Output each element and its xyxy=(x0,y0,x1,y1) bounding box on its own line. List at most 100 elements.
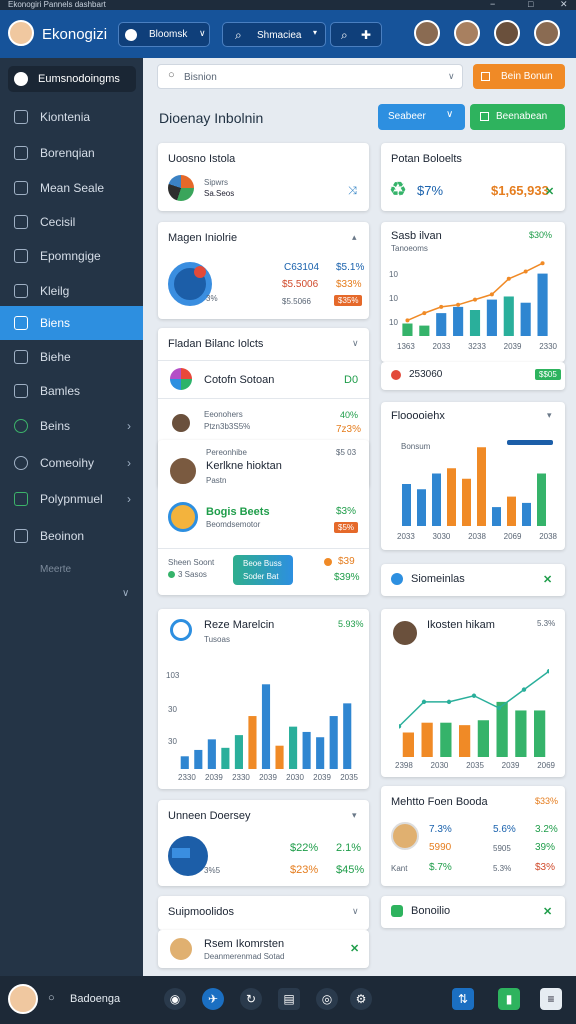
x-tick: 2038 xyxy=(468,532,486,541)
chevron-down-icon[interactable]: ∨ xyxy=(352,906,359,917)
sidebar-item-5[interactable]: Epomngige xyxy=(0,239,143,273)
x-tick: 2030 xyxy=(430,761,449,770)
maximize-icon[interactable]: □ xyxy=(528,0,533,9)
user-avatar[interactable] xyxy=(8,984,38,1014)
x-tick: 2330 xyxy=(178,773,196,782)
tool-buttons[interactable]: ⌕ ✚ xyxy=(330,22,382,47)
card-amount: $7% xyxy=(417,183,444,198)
sidebar-item-4[interactable]: Cecisil xyxy=(0,205,143,239)
close-icon[interactable]: ✕ xyxy=(560,0,568,10)
sidebar-item-12[interactable]: Polypnmuel › xyxy=(0,482,143,516)
x-tick: 2069 xyxy=(537,761,555,770)
line-point xyxy=(489,292,494,297)
caret-down-icon[interactable]: ▾ xyxy=(547,410,552,421)
chart3-svg xyxy=(180,684,352,769)
app-logo-avatar xyxy=(8,20,34,46)
card-sasb-footer: 253060 $$05 xyxy=(381,362,565,390)
card-title: Bonoilio xyxy=(411,905,451,917)
line-point xyxy=(405,318,410,323)
search-box[interactable]: ⌕ Shmaciea ▾ xyxy=(222,22,326,47)
card-title: Sasb ilvan xyxy=(391,230,442,242)
chart-icon xyxy=(14,350,28,364)
user-avatar-2[interactable] xyxy=(454,20,480,46)
browser-icon[interactable]: ◉ xyxy=(164,988,186,1010)
line-point xyxy=(540,261,545,266)
checkbox-icon xyxy=(14,529,28,543)
x-tick: 2069 xyxy=(503,532,522,541)
sidebar-item-10[interactable]: Beins › xyxy=(0,409,143,443)
x-tick: 2033 xyxy=(397,532,415,541)
plus-icon xyxy=(481,72,490,81)
chevron-down-icon: ∨ xyxy=(446,109,454,120)
chevron-down-icon[interactable]: ∨ xyxy=(122,588,129,599)
orange-dot xyxy=(324,558,332,566)
close-icon[interactable]: ✕ xyxy=(543,573,552,586)
shuffle-icon[interactable]: ⤨ xyxy=(348,185,357,198)
sidebar-item-6[interactable]: Kleilg xyxy=(0,274,143,308)
sidebar-item-label: Eumsnodoingms xyxy=(38,73,120,85)
card-title: Flooooiehx xyxy=(391,410,445,422)
camera-icon[interactable]: ◎ xyxy=(316,988,338,1010)
green-action-button[interactable]: Beenabean xyxy=(470,104,565,130)
plane-icon[interactable]: ✈ xyxy=(202,988,224,1010)
zoom-icon[interactable]: ⌕ xyxy=(341,28,348,43)
sidebar-item-8[interactable]: Biehe xyxy=(0,340,143,374)
sidebar-item-label: Borenqian xyxy=(40,146,95,160)
line-point xyxy=(446,699,452,705)
sidebar-item-label: Beoinon xyxy=(40,529,85,543)
sidebar-item-9[interactable]: Bamles xyxy=(0,374,143,408)
bar-chart-sasb xyxy=(399,258,551,336)
search-dropdown-icon: ▾ xyxy=(313,28,318,37)
value-b: 2.1% xyxy=(336,842,362,854)
chat-icon[interactable]: ○ xyxy=(48,992,55,1004)
sidebar-item-label: Cecisil xyxy=(40,215,76,229)
sidebar-item-3[interactable]: Mean Seale xyxy=(0,171,143,205)
trend-icon xyxy=(14,492,28,506)
close-icon[interactable]: ✕ xyxy=(350,942,359,955)
workspace-select[interactable]: Bloomsk ∨ xyxy=(118,22,210,47)
x-tick: 3030 xyxy=(432,532,451,541)
orange-action-button[interactable]: Bein Bonun xyxy=(473,64,565,89)
card-bonoilio: Bonoilio ✕ xyxy=(381,896,565,928)
caret-down-icon[interactable]: ▾ xyxy=(352,810,357,821)
sidebar-item-11[interactable]: Comeoihy › xyxy=(0,446,143,480)
line-point xyxy=(422,311,427,316)
search-icon: ⌕ xyxy=(235,28,242,42)
close-icon[interactable]: ✕ xyxy=(545,185,554,198)
user-avatar-4[interactable] xyxy=(534,20,560,46)
user-avatar-3[interactable] xyxy=(494,20,520,46)
filter-search-input[interactable]: ○ Bisnion ∨ xyxy=(157,64,463,89)
bar xyxy=(275,745,284,769)
close-icon[interactable]: ✕ xyxy=(543,905,552,918)
user-avatar-1[interactable] xyxy=(414,20,440,46)
bar xyxy=(417,489,426,526)
caret-up-icon[interactable]: ▴ xyxy=(352,232,357,243)
taskbar-label: Badoenga xyxy=(70,993,121,1005)
blue-select-button[interactable]: Seabeer ∨ xyxy=(378,104,465,130)
share-icon[interactable]: ⇅ xyxy=(452,988,474,1010)
bar xyxy=(421,722,433,757)
minimize-icon[interactable]: − xyxy=(490,0,495,9)
main-content: ○ Bisnion ∨ Bein Bonun Dioenay Inbolnin … xyxy=(143,58,576,976)
sidebar-item-1[interactable]: Kiontenia xyxy=(0,100,143,134)
refresh-icon[interactable]: ↻ xyxy=(240,988,262,1010)
sidebar-item-2[interactable]: Borenqian xyxy=(0,136,143,170)
chevron-down-icon[interactable]: ∨ xyxy=(352,338,359,349)
value-i: $3% xyxy=(535,862,556,873)
y-tick: 30 xyxy=(168,705,177,714)
file-icon[interactable]: ▤ xyxy=(278,988,300,1010)
row-pct: 40% xyxy=(340,410,359,420)
puzzle-icon[interactable]: ✚ xyxy=(361,28,371,42)
chart-bars-icon[interactable]: ▮ xyxy=(498,988,520,1010)
list-icon[interactable]: ≡ xyxy=(540,988,562,1010)
x-tick: 2039 xyxy=(313,773,331,782)
sidebar-item-home[interactable]: Eumsnodoingms xyxy=(8,66,136,92)
divider xyxy=(158,398,369,399)
sidebar-item-13[interactable]: Beoinon xyxy=(0,519,143,553)
sidebar-item-active[interactable]: Biens xyxy=(0,306,143,340)
gradient-button[interactable]: Beoe Buss Soder Bat xyxy=(233,555,293,585)
green-button-label: Beenabean xyxy=(496,111,548,122)
settings-icon[interactable]: ⚙ xyxy=(350,988,372,1010)
line-point xyxy=(521,687,527,692)
check-circle-icon xyxy=(14,419,28,433)
